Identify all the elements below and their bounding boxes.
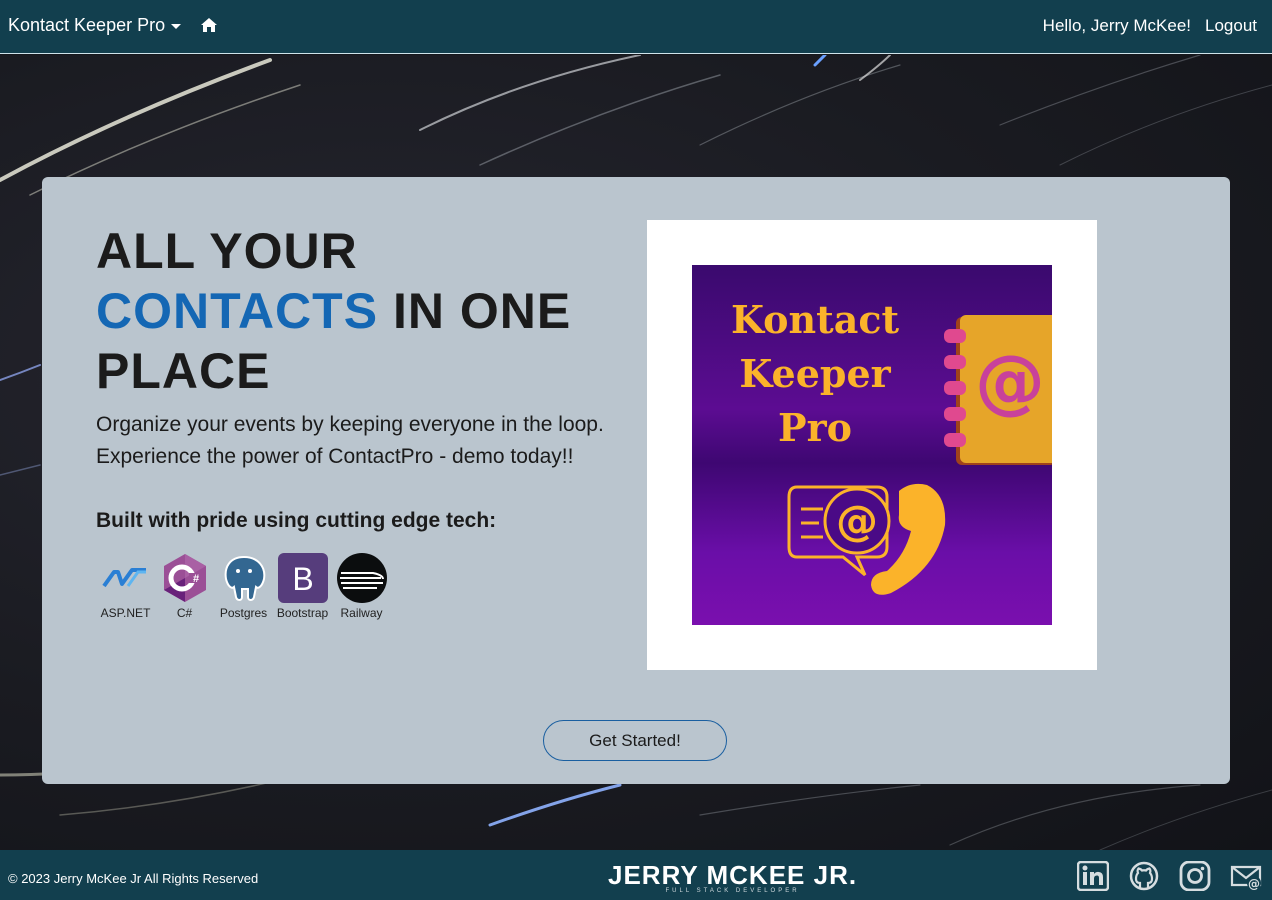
brand-label: Kontact Keeper Pro <box>8 15 166 35</box>
tech-label: Bootstrap <box>276 606 329 620</box>
hero-card: ALL YOUR CONTACTS IN ONE PLACE Organize … <box>42 177 1230 784</box>
tech-list: ASP.NET # C# Postgres B Bootstrap Railwa… <box>96 553 391 620</box>
promo-title-line: Kontact <box>730 297 900 342</box>
hero-lead: Organize your events by keeping everyone… <box>96 409 636 473</box>
csharp-icon: # <box>160 553 210 603</box>
promo-title: Kontact Keeper Pro <box>710 293 920 455</box>
social-links: @ <box>1077 861 1262 891</box>
logout-link[interactable]: Logout <box>1205 16 1257 36</box>
headline-accent: CONTACTS <box>96 283 379 339</box>
tech-label: Postgres <box>219 606 268 620</box>
top-navbar: Kontact Keeper Pro Hello, Jerry McKee! L… <box>0 0 1272 54</box>
lead-line-2: Experience the power of ContactPro - dem… <box>96 445 574 468</box>
bootstrap-icon: B <box>277 553 328 603</box>
headline-rest: IN ONE <box>378 283 572 339</box>
svg-text:@: @ <box>975 340 1045 422</box>
headline-line-2: CONTACTS IN ONE <box>96 281 616 341</box>
promo-image-frame: Kontact Keeper Pro @ @ <box>647 220 1097 670</box>
headline-line-1: ALL YOUR <box>96 223 358 279</box>
tech-title: Built with pride using cutting edge tech… <box>96 509 497 532</box>
tech-item: Railway <box>332 553 391 620</box>
promo-title-line: Keeper <box>739 351 891 396</box>
get-started-button[interactable]: Get Started! <box>543 720 727 761</box>
user-menu: Hello, Jerry McKee! Logout <box>1043 16 1257 36</box>
brand-dropdown[interactable]: Kontact Keeper Pro <box>8 15 182 36</box>
svg-text:B: B <box>292 561 313 597</box>
promo-image: Kontact Keeper Pro @ @ <box>692 265 1052 625</box>
copyright-text: © 2023 Jerry McKee Jr All Rights Reserve… <box>8 871 259 886</box>
svg-text:#: # <box>193 573 199 585</box>
promo-title-line: Pro <box>778 405 852 450</box>
svg-text:@: @ <box>1248 877 1260 891</box>
footer: © 2023 Jerry McKee Jr All Rights Reserve… <box>0 850 1272 900</box>
tech-item: B Bootstrap <box>273 553 332 620</box>
footer-logo[interactable]: JERRY MCKEE JR. FULL STACK DEVELOPER <box>608 862 857 894</box>
railway-icon <box>336 553 387 603</box>
tech-label: C# <box>176 606 193 620</box>
email-icon[interactable]: @ <box>1230 861 1262 891</box>
hero-headline: ALL YOUR CONTACTS IN ONE PLACE <box>96 221 616 401</box>
tech-label: ASP.NET <box>100 606 151 620</box>
greeting-text: Hello, Jerry McKee! <box>1042 16 1191 35</box>
address-book-icon: @ <box>944 315 1052 465</box>
chat-phone-icon: @ <box>787 483 946 595</box>
tech-item: Postgres <box>214 553 273 620</box>
tech-item: # C# <box>155 553 214 620</box>
postgres-icon <box>219 553 269 603</box>
instagram-icon[interactable] <box>1179 861 1211 891</box>
home-icon[interactable] <box>200 16 218 34</box>
aspnet-icon <box>101 553 151 603</box>
github-icon[interactable] <box>1128 861 1160 891</box>
tech-label: Railway <box>340 606 383 620</box>
headline-line-3: PLACE <box>96 343 271 399</box>
lead-line-1: Organize your events by keeping everyone… <box>96 413 604 436</box>
tech-item: ASP.NET <box>96 553 155 620</box>
footer-logo-name: JERRY MCKEE JR. <box>608 860 858 890</box>
linkedin-icon[interactable] <box>1077 861 1109 891</box>
svg-text:@: @ <box>836 496 878 545</box>
chevron-down-icon <box>171 24 182 29</box>
